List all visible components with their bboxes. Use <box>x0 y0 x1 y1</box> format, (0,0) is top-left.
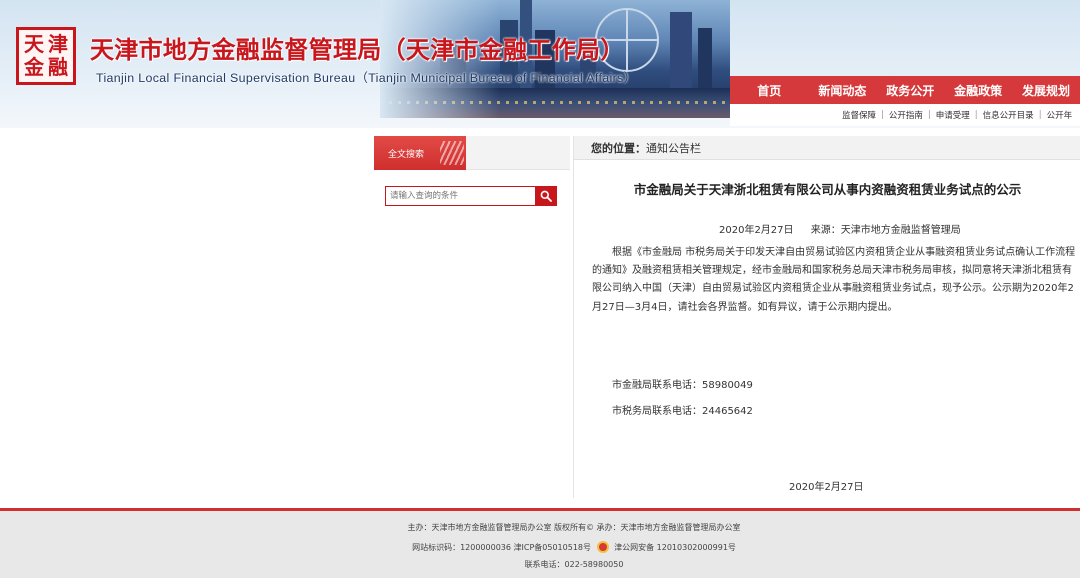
site-header: 天 津 金 融 天津市地方金融监督管理局（天津市金融工作局） Tianjin L… <box>0 0 1080 128</box>
search-input[interactable] <box>385 186 537 206</box>
subnav-item-supervision[interactable]: 监督保障 <box>842 109 876 121</box>
search-panel: 全文搜索 <box>374 136 570 220</box>
breadcrumb-label: 您的位置： <box>591 141 646 155</box>
footer-public-security[interactable]: 津公网安备 12010302000991号 <box>614 543 736 552</box>
seal-char: 津 <box>48 32 68 56</box>
nav-item-financial-policy[interactable]: 金融政策 <box>944 82 1012 99</box>
subnav-item-guide[interactable]: 公开指南 <box>889 109 923 121</box>
article-body: 根据《市金融局 市税务局关于印发天津自由贸易试验区内资租赁企业从事融资租赁业务试… <box>592 247 1076 313</box>
footer-registration: 网站标识码：1200000036 津ICP备05010518号 津公网安备 12… <box>0 541 1080 553</box>
subnav-separator: | <box>881 110 884 120</box>
search-panel-header: 全文搜索 <box>374 136 570 170</box>
footer-phone: 联系电话：022-58980050 <box>524 560 624 569</box>
breadcrumb-current[interactable]: 通知公告栏 <box>646 140 701 156</box>
site-subtitle: Tianjin Local Financial Supervisation Bu… <box>96 71 637 85</box>
site-logo[interactable]: 天 津 金 融 <box>16 27 76 85</box>
sub-nav: 监督保障 | 公开指南 | 申请受理 | 信息公开目录 | 公开年 <box>730 104 1080 126</box>
subnav-separator: | <box>974 110 978 120</box>
article-meta: 2020年2月27日 来源：天津市地方金融监督管理局 <box>719 221 961 236</box>
site-footer: 主办：天津市地方金融监督管理局办公室 版权所有© 承办：天津市地方金融监督管理局… <box>0 508 1080 578</box>
search-tab[interactable]: 全文搜索 <box>374 136 466 170</box>
decorative-stripes <box>440 141 464 165</box>
article-source: 来源：天津市地方金融监督管理局 <box>810 225 961 236</box>
nav-item-development-plan[interactable]: 发展规划 <box>1012 82 1080 99</box>
contact-tax-bureau: 市税务局联系电话：24465642 <box>612 406 753 417</box>
nav-item-home[interactable]: 首页 <box>730 82 808 99</box>
footer-icp[interactable]: 网站标识码：1200000036 津ICP备05010518号 <box>412 543 591 552</box>
nav-item-government-affairs[interactable]: 政务公开 <box>876 82 944 99</box>
subnav-item-catalog[interactable]: 信息公开目录 <box>983 109 1034 121</box>
nav-item-news[interactable]: 新闻动态 <box>808 82 876 99</box>
article-date: 2020年2月27日 <box>719 225 794 236</box>
contact-finance-bureau: 市金融局联系电话：58980049 <box>612 380 753 391</box>
signature-date: 2020年2月27日 <box>789 482 864 493</box>
seal-char: 金 <box>24 55 44 79</box>
article-panel: 您的位置： 通知公告栏 市金融局关于天津浙北租赁有限公司从事内资融资租赁业务试点… <box>573 136 1080 498</box>
police-badge-icon <box>596 541 609 553</box>
subnav-item-annual-report[interactable]: 公开年 <box>1047 109 1073 121</box>
article-title: 市金融局关于天津浙北租赁有限公司从事内资融资租赁业务试点的公示 <box>633 182 1022 197</box>
seal-char: 天 <box>24 32 44 56</box>
site-title: 天津市地方金融监督管理局（天津市金融工作局） <box>90 36 625 64</box>
breadcrumb: 您的位置： 通知公告栏 <box>574 136 1080 160</box>
seal-char: 融 <box>48 55 68 79</box>
main-nav: 首页 新闻动态 政务公开 金融政策 发展规划 <box>730 76 1080 104</box>
search-icon <box>540 190 552 202</box>
subnav-item-application[interactable]: 申请受理 <box>936 109 970 121</box>
subnav-separator: | <box>1038 110 1042 120</box>
footer-copyright: 主办：天津市地方金融监督管理局办公室 版权所有© 承办：天津市地方金融监督管理局… <box>407 523 741 532</box>
search-tab-label: 全文搜索 <box>388 149 425 160</box>
search-button[interactable] <box>535 186 557 206</box>
subnav-separator: | <box>927 110 931 120</box>
